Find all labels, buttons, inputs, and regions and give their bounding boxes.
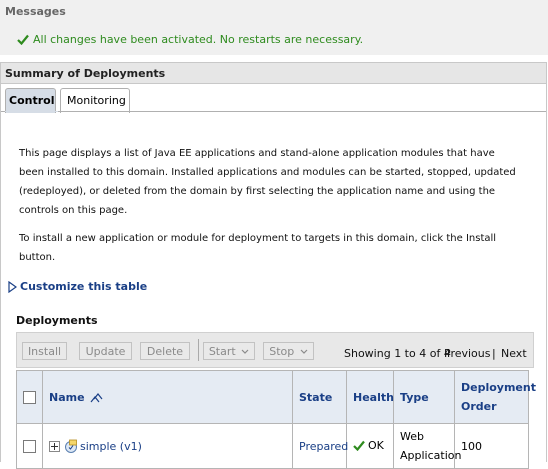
checkmark-icon (17, 34, 29, 45)
description-paragraph-1: This page displays a list of Java EE app… (19, 148, 516, 216)
previous-link[interactable]: Previous (444, 347, 491, 360)
toolbar-separator (198, 339, 199, 361)
deployments-toolbar: Install Update Delete Start Stop Showing… (16, 332, 534, 368)
column-header-deployment-order[interactable]: Deployment Order (454, 370, 536, 424)
messages-bar: Messages All changes have been activated… (0, 0, 548, 55)
table-header-row: Name State Health Type Deployment Order (16, 370, 536, 424)
tab-divider (1, 111, 546, 112)
success-message-text: All changes have been activated. No rest… (33, 33, 364, 46)
row-order-cell: 100 (454, 423, 529, 469)
row-health-cell: OK (346, 423, 394, 469)
customize-table-label: Customize this table (20, 280, 148, 293)
pagination-status: Showing 1 to 4 of 4 (344, 347, 451, 360)
row-state-cell: Prepared (292, 423, 348, 469)
pager-separator: | (492, 347, 496, 360)
success-message: All changes have been activated. No rest… (17, 33, 363, 46)
next-link[interactable]: Next (501, 347, 527, 360)
column-header-type[interactable]: Type (393, 370, 455, 424)
delete-button[interactable]: Delete (140, 342, 190, 360)
deployment-name-link[interactable]: simple (v1) (80, 440, 142, 453)
customize-table-link[interactable]: Customize this table (8, 280, 147, 293)
row-name-cell: simple (v1) (42, 423, 293, 469)
deployment-state-link[interactable]: Prepared (299, 440, 348, 453)
tab-control[interactable]: Control (5, 88, 56, 113)
column-name-label: Name (49, 390, 85, 404)
messages-title: Messages (5, 5, 66, 18)
column-header-state[interactable]: State (292, 370, 347, 424)
stop-dropdown-button[interactable]: Stop (263, 342, 314, 360)
install-button[interactable]: Install (22, 342, 67, 360)
stop-button-label: Stop (269, 345, 295, 358)
column-header-name[interactable]: Name (42, 370, 293, 424)
sort-arrows-icon (90, 392, 103, 402)
tab-monitoring[interactable]: Monitoring (60, 88, 130, 113)
deployments-title: Deployments (16, 314, 98, 327)
health-ok-icon (353, 440, 365, 451)
health-status-text: OK (368, 438, 384, 452)
update-button[interactable]: Update (79, 342, 132, 360)
chevron-down-icon (300, 349, 308, 354)
web-app-icon (65, 439, 77, 453)
tab-active-gap (5, 111, 58, 112)
select-all-checkbox[interactable] (23, 390, 36, 404)
row-checkbox[interactable] (23, 439, 36, 453)
panel-title-bar: Summary of Deployments (1, 63, 546, 84)
description-paragraph-2: To install a new application or module f… (19, 233, 497, 263)
row-select-cell (16, 423, 43, 469)
chevron-down-icon (241, 349, 249, 354)
panel-title: Summary of Deployments (5, 67, 166, 80)
start-dropdown-button[interactable]: Start (203, 342, 255, 360)
table-row: simple (v1) Prepared OK Web Application … (16, 423, 529, 469)
expand-icon[interactable] (49, 440, 60, 452)
row-type-cell: Web Application (393, 423, 461, 469)
column-header-health[interactable]: Health (346, 370, 394, 424)
select-all-cell (16, 370, 43, 424)
triangle-right-icon (8, 280, 17, 293)
start-button-label: Start (208, 345, 236, 358)
deployments-table: Name State Health Type Deployment Order (16, 370, 536, 469)
